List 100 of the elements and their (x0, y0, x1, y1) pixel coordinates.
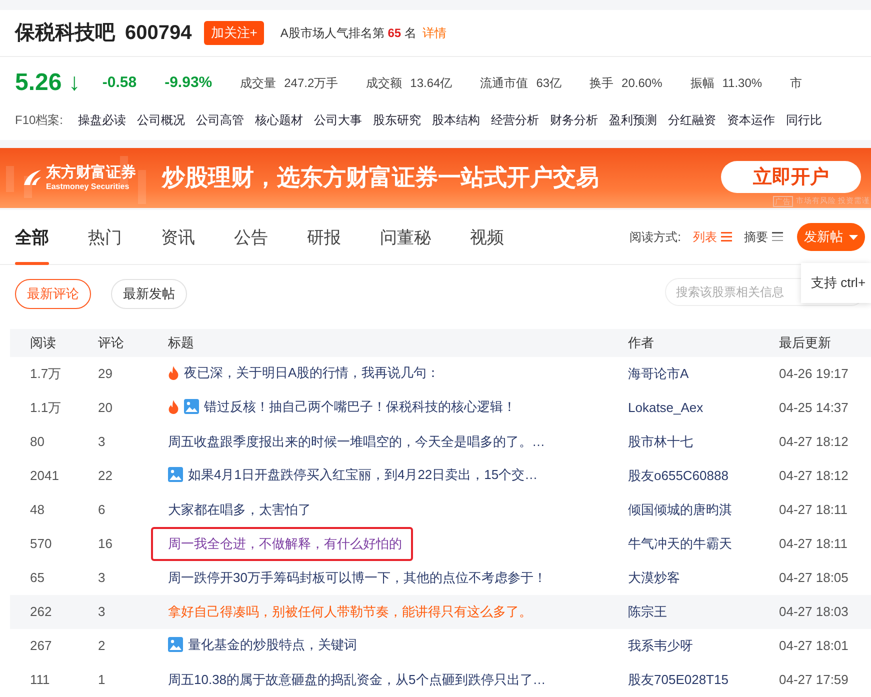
f10-link[interactable]: 财务分析 (550, 112, 598, 128)
stat-value: 13.64亿 (410, 76, 452, 90)
tab[interactable]: 热门 (88, 210, 122, 264)
author-link[interactable]: 牛气冲天的牛霸天 (628, 536, 732, 552)
post-title[interactable]: 周一跌停开30万手筹码封板可以博一下，其他的点位不考虑参于！ (168, 570, 546, 586)
open-account-button[interactable]: 立即开户 (721, 161, 861, 193)
tab[interactable]: 视频 (470, 210, 504, 264)
brand-english-name: Eastmoney Securities (46, 183, 130, 191)
comment-count: 22 (98, 459, 168, 493)
author-link[interactable]: 海哥论市A (628, 366, 689, 382)
post-title[interactable]: 大家都在唱多，太害怕了 (168, 502, 311, 518)
stat-label: 流通市值 (480, 76, 528, 90)
author-link[interactable]: 股友o655C60888 (628, 468, 728, 484)
read-count: 65 (10, 561, 98, 595)
author-link[interactable]: 倾国倾城的唐昀淇 (628, 502, 732, 518)
post-title[interactable]: 量化基金的炒股特点，关键词 (188, 636, 357, 652)
read-count: 1.1万 (29, 399, 62, 418)
read-count: 80 (29, 433, 46, 452)
f10-link[interactable]: 公司大事 (314, 112, 362, 128)
read-count: 111 (29, 671, 51, 690)
column-header: 最后更新 (779, 329, 871, 357)
f10-link[interactable]: 公司概况 (137, 112, 186, 128)
price-change-percent: -9.93% (164, 74, 212, 92)
comment-count: 29 (98, 357, 168, 391)
comment-count: 3 (98, 425, 168, 459)
comment-count: 3 (98, 561, 168, 595)
column-header: 阅读 (10, 329, 98, 357)
summary-icon (772, 232, 783, 242)
update-time: 04-27 18:03 (779, 595, 871, 629)
list-icon (721, 232, 732, 242)
logo-icon (22, 169, 42, 187)
author-link[interactable]: 我系韦少呀 (628, 638, 693, 654)
stat-value: 63亿 (536, 76, 562, 90)
reading-mode-label: 阅读方式: (630, 230, 681, 244)
caret-icon (849, 234, 858, 240)
post-title[interactable]: 周一我全仓进，不做解释，有什么好怕的 (168, 536, 402, 552)
update-time: 04-27 18:12 (779, 467, 850, 486)
author-link[interactable]: Lokatse_Aex (628, 400, 704, 416)
update-time: 04-27 17:59 (779, 671, 850, 690)
stat-value: 247.2万手 (284, 76, 338, 90)
post-title[interactable]: 错过反核！抽自己两个嘴巴子！保税科技的核心逻辑！ (204, 398, 516, 414)
stock-price: 5.26 ↓ (15, 68, 80, 98)
f10-link[interactable]: 同行比 (786, 112, 822, 128)
reading-mode-option[interactable]: 摘要 (744, 228, 783, 246)
read-count: 570 (29, 535, 53, 554)
stat-label: 成交量 (240, 76, 276, 90)
read-count: 1.7万 (10, 357, 98, 391)
f10-link[interactable]: 公司高管 (196, 112, 244, 128)
stat-label: 成交额 (366, 76, 402, 90)
f10-label: F10档案: (15, 112, 64, 128)
comment-count: 1 (98, 663, 168, 697)
stat-value: 11.30% (722, 76, 762, 90)
f10-link[interactable]: 经营分析 (491, 112, 540, 128)
post-title[interactable]: 如果4月1日开盘跌停买入红宝丽，到4月22日卖出，15个交… (188, 466, 538, 482)
f10-link[interactable]: 资本运作 (727, 112, 776, 128)
comment-count: 16 (98, 527, 168, 561)
brand-name: 东方财富证券 (46, 165, 136, 180)
update-time: 04-27 18:05 (779, 561, 871, 595)
column-header: 作者 (628, 329, 779, 357)
author-link[interactable]: 陈宗王 (628, 604, 667, 620)
tab[interactable]: 资讯 (161, 210, 195, 264)
update-time: 04-27 18:11 (779, 501, 848, 520)
stat-label: 市 (790, 76, 802, 90)
tab[interactable]: 问董秘 (380, 210, 431, 264)
popularity-rank: A股市场人气排名第 65 名 (280, 26, 416, 40)
author-link[interactable]: 股市林十七 (628, 434, 693, 450)
read-count: 267 (10, 629, 98, 663)
f10-link[interactable]: 股东研究 (373, 112, 422, 128)
author-link[interactable]: 大漠炒客 (628, 570, 680, 586)
tab[interactable]: 全部 (15, 210, 49, 264)
update-time: 04-26 19:17 (779, 357, 871, 391)
read-count: 48 (29, 501, 46, 520)
post-title[interactable]: 周五10.38的属于故意砸盘的捣乱资金，从5个点砸到跌停只出了… (168, 672, 546, 688)
update-time: 04-25 14:37 (779, 399, 850, 418)
comment-count: 2 (98, 629, 168, 663)
update-time: 04-27 18:11 (779, 535, 848, 554)
stock-code: 600794 (125, 21, 192, 45)
post-title[interactable]: 周五收盘跟季度报出来的时候一堆唱空的，今天全是唱多的了。… (168, 434, 545, 450)
tab[interactable]: 研报 (307, 210, 341, 264)
comment-count: 6 (98, 501, 106, 520)
author-link[interactable]: 股友705E028T15 (628, 672, 728, 688)
f10-link[interactable]: 分红融资 (668, 112, 716, 128)
ad-slogan: 炒股理财，选东方财富证券一站式开户交易 (162, 164, 599, 192)
update-time: 04-27 18:01 (779, 629, 871, 663)
sort-button[interactable]: 最新发帖 (111, 279, 187, 309)
stat-label: 换手 (590, 76, 614, 90)
stat-label: 振幅 (690, 76, 714, 90)
comment-count: 3 (98, 595, 168, 629)
price-change: -0.58 (102, 74, 137, 92)
f10-link[interactable]: 股本结构 (432, 112, 480, 128)
column-header: 评论 (98, 329, 168, 357)
tooltip: 支持 ctrl+ (801, 263, 871, 303)
tab[interactable]: 公告 (234, 210, 268, 264)
f10-link[interactable]: 操盘必读 (78, 112, 126, 128)
bar-title: 保税科技吧 (15, 21, 115, 45)
read-count: 2041 (29, 467, 60, 486)
f10-link[interactable]: 核心题材 (255, 112, 304, 128)
column-header: 标题 (168, 329, 628, 357)
f10-link[interactable]: 盈利预测 (609, 112, 658, 128)
post-title[interactable]: 夜已深，关于明日A股的行情，我再说几句： (184, 364, 440, 380)
